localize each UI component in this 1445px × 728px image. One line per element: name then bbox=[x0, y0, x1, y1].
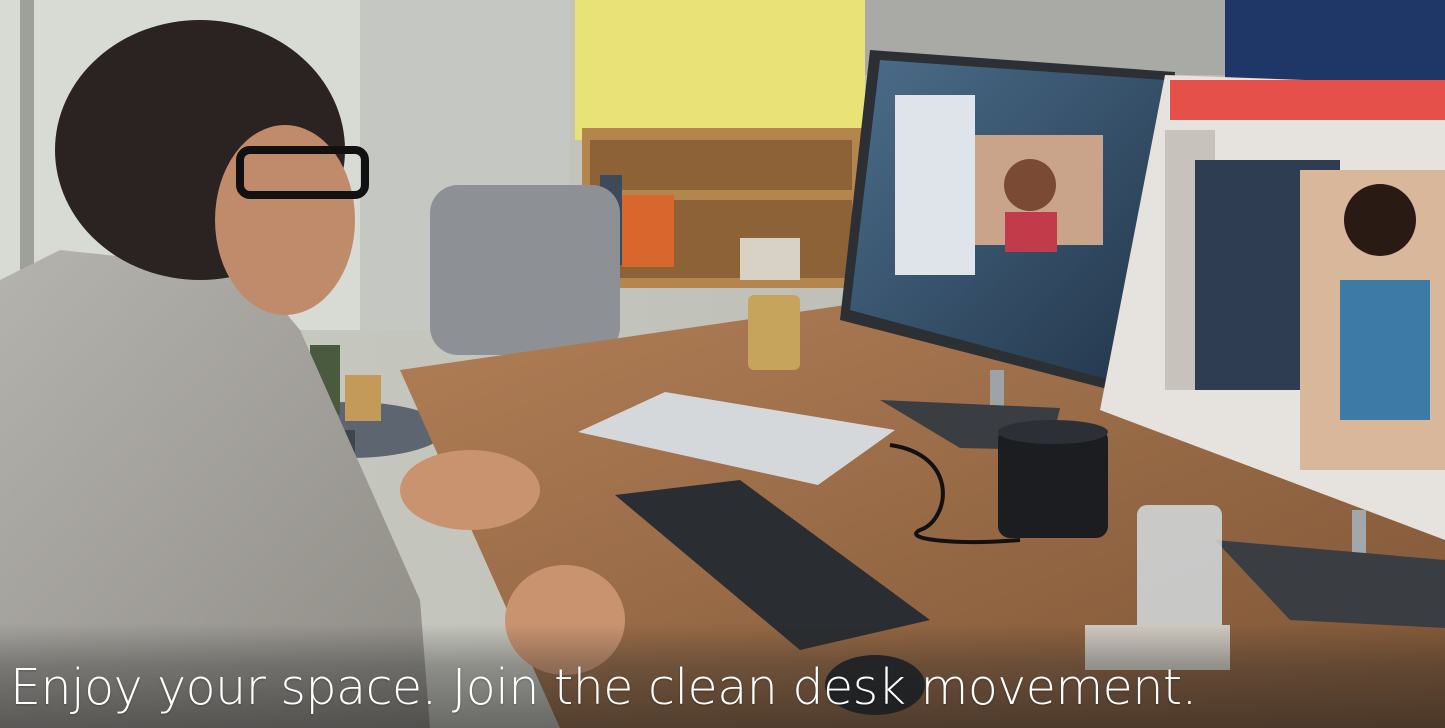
person-hand-right bbox=[400, 450, 540, 530]
pencil-cup bbox=[748, 295, 800, 370]
grey-chair bbox=[430, 185, 620, 355]
hero-banner: Enjoy your space. Join the clean desk mo… bbox=[0, 0, 1445, 728]
hero-headline: Enjoy your space. Join the clean desk mo… bbox=[10, 659, 1197, 716]
hero-photo bbox=[0, 0, 1445, 728]
dock-device bbox=[998, 428, 1108, 538]
yellow-wall-panel bbox=[575, 0, 865, 140]
